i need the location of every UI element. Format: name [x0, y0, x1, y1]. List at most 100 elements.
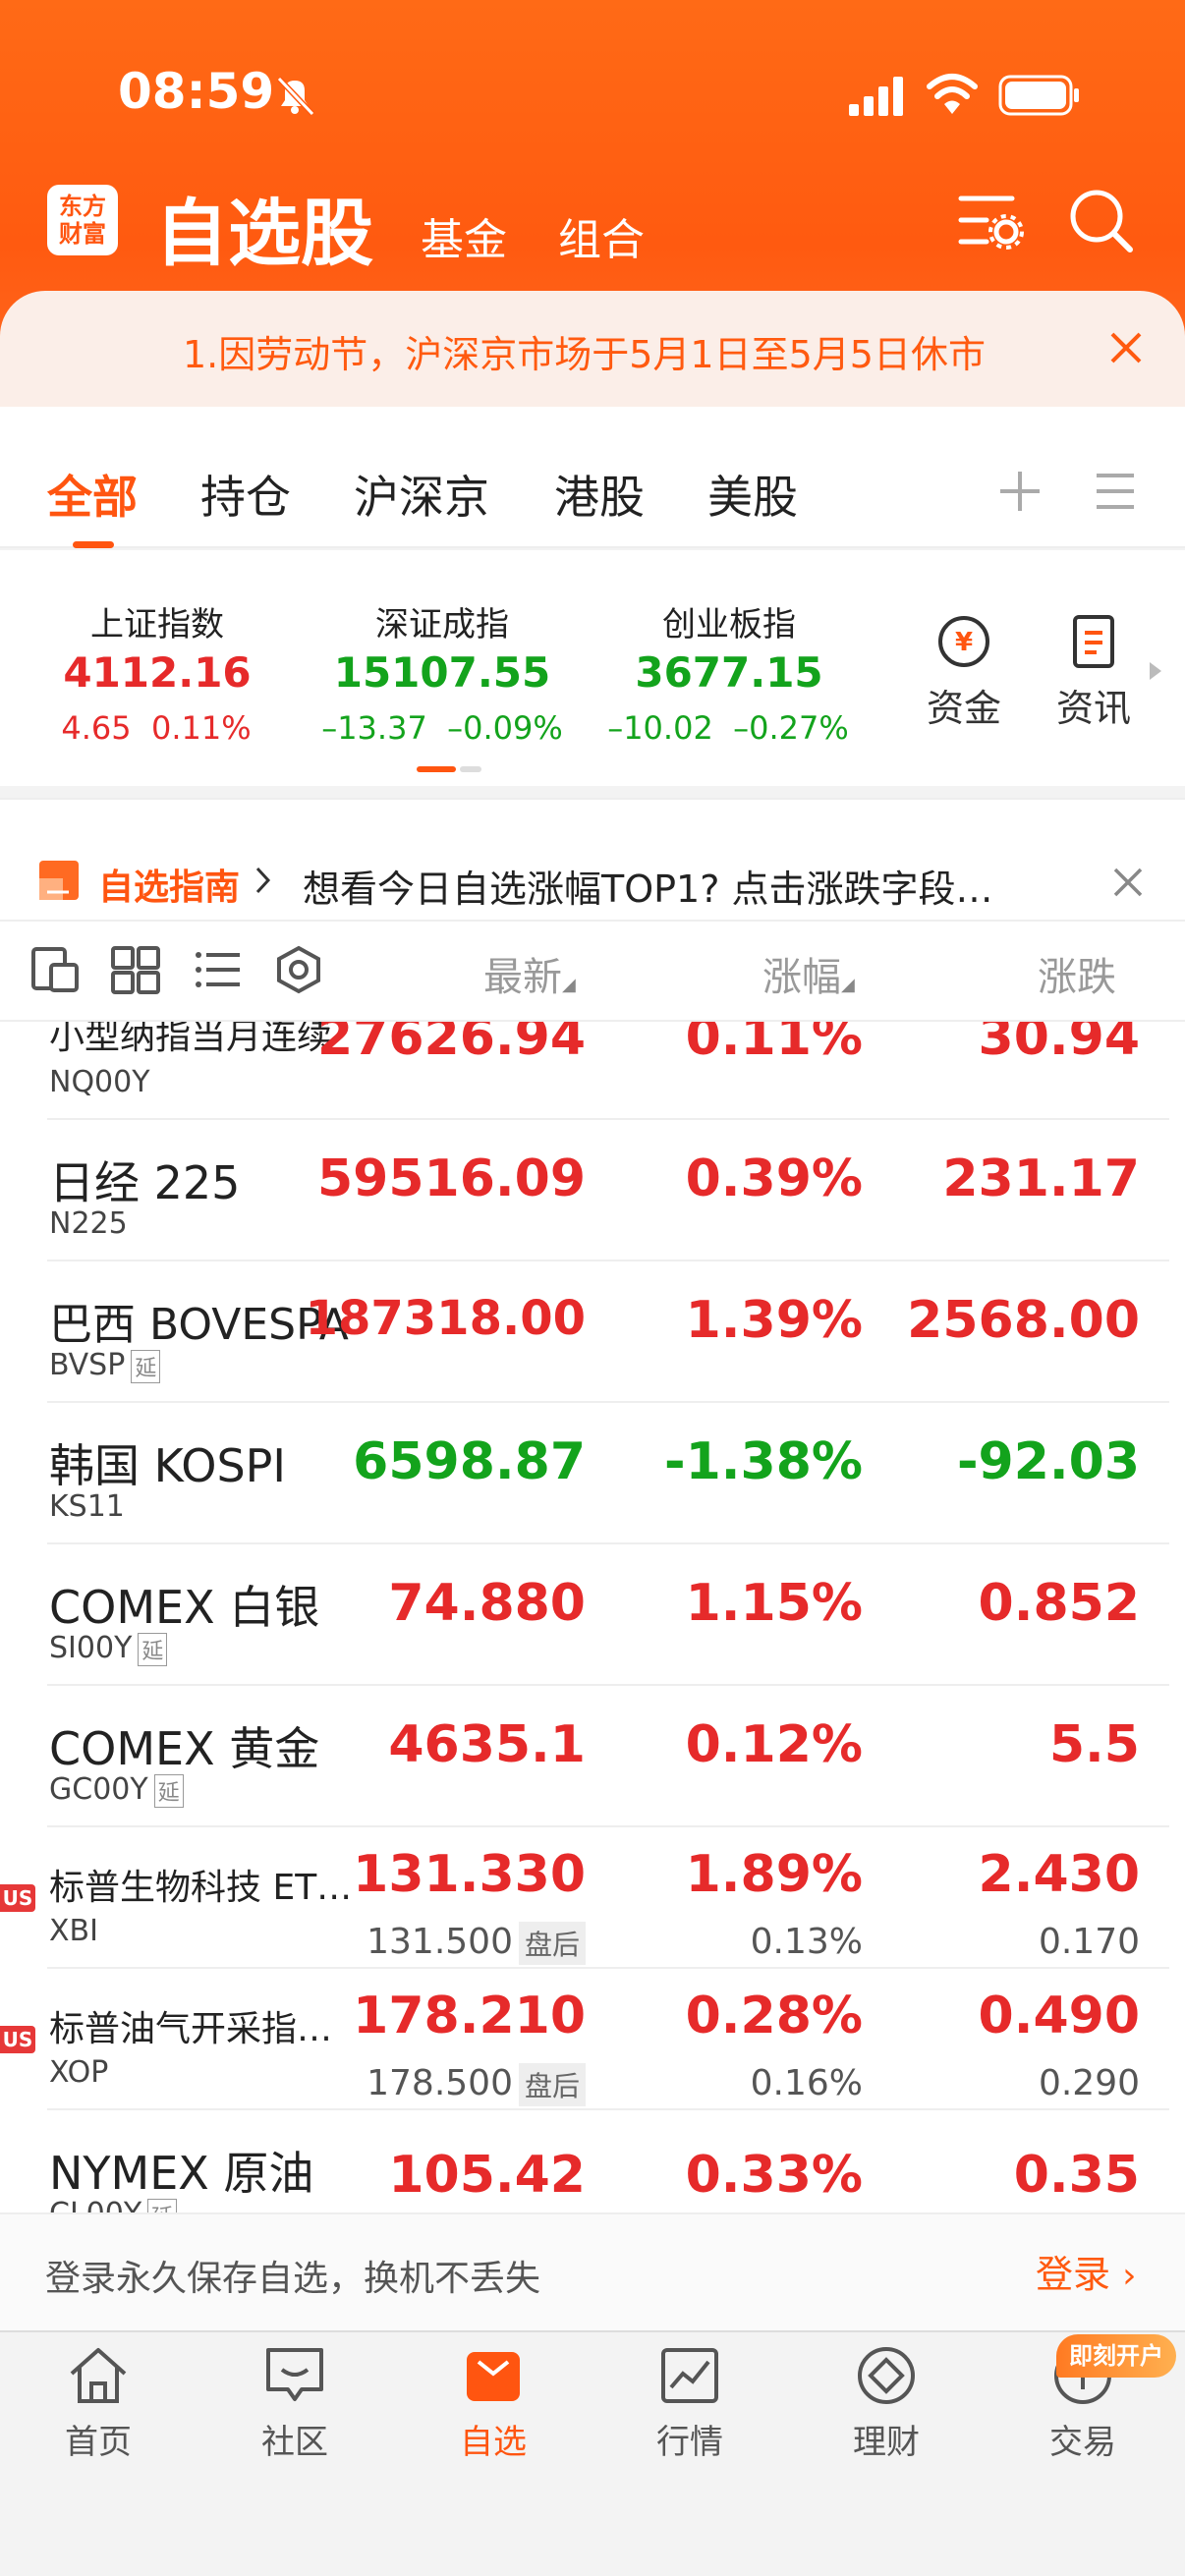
table-row[interactable]: COMEX 白银 SI00Y 延 74.880 1.15% 0.852: [0, 1544, 1185, 1686]
watchlist-icon: [467, 2352, 520, 2401]
guide-icon: [39, 861, 79, 900]
stock-pct: 0.28%: [685, 1987, 863, 2045]
tab-a-shares[interactable]: 沪深京: [354, 462, 489, 527]
table-row[interactable]: 巴西 BOVESPA BVSP 延 187318.00 1.39% 2568.00: [0, 1261, 1185, 1403]
stock-code: BVSP 延: [49, 1348, 161, 1383]
table-row[interactable]: US 标普油气开采指… XOP 178.210 178.500 盘后 0.28% …: [0, 1969, 1185, 2110]
us-badge: US: [0, 2026, 35, 2053]
status-time: 08:59: [118, 63, 275, 120]
tab-hk[interactable]: 港股: [554, 462, 645, 527]
menu-icon[interactable]: [1095, 470, 1136, 513]
news-button[interactable]: 资讯: [1040, 613, 1148, 732]
delay-tag: 延: [147, 2198, 178, 2212]
watchlist: 小型纳指当月连续 NQ00Y 27626.94 0.11% 30.94 日经 2…: [0, 1022, 1185, 2212]
after-hours-price: 131.500 盘后: [367, 1922, 586, 1965]
stock-change: 2.430: [978, 1845, 1140, 1904]
page-title: 自选股: [155, 192, 373, 276]
table-row[interactable]: COMEX 黄金 GC00Y 延 4635.1 0.12% 5.5: [0, 1686, 1185, 1827]
search-icon[interactable]: [1067, 187, 1136, 255]
stock-pct: 0.39%: [685, 1149, 863, 1208]
close-icon[interactable]: [1112, 867, 1144, 898]
tab-holdings[interactable]: 持仓: [200, 462, 291, 527]
stock-change: 0.490: [978, 1987, 1140, 2045]
open-account-badge[interactable]: 即刻开户: [1056, 2334, 1176, 2378]
list-view-icon[interactable]: [193, 945, 244, 994]
column-change-pct[interactable]: 涨幅◢: [762, 945, 855, 1002]
grid-view-icon[interactable]: [110, 945, 161, 994]
battery-icon: [998, 75, 1079, 116]
index-name: 创业板指: [662, 605, 796, 644]
stock-pct: 0.33%: [685, 2146, 863, 2205]
tab-fund[interactable]: 基金: [421, 204, 507, 267]
tab-us[interactable]: 美股: [707, 462, 798, 527]
stock-latest: 4635.1: [388, 1715, 586, 1774]
nav-home[interactable]: 首页: [20, 2344, 177, 2463]
index-value[interactable]: 15107.55: [295, 648, 590, 697]
fund-flow-button[interactable]: ¥ 资金: [910, 613, 1018, 732]
table-row[interactable]: US 标普生物科技 ET… XBI 131.330 131.500 盘后 1.89…: [0, 1827, 1185, 1969]
stock-latest: 105.42: [388, 2146, 586, 2205]
stock-change: 0.35: [1013, 2146, 1140, 2205]
stock-name: 韩国 KOSPI: [49, 1439, 286, 1492]
tab-portfolio[interactable]: 组合: [558, 204, 645, 267]
diamond-icon: [858, 2347, 915, 2404]
nav-market[interactable]: 行情: [611, 2344, 768, 2463]
settings-icon[interactable]: [273, 945, 324, 994]
stock-code: N225: [49, 1206, 128, 1241]
tab-all[interactable]: 全部: [47, 462, 138, 527]
table-row[interactable]: NYMEX 原油 CL00Y延 105.42 0.33% 0.35: [0, 2110, 1185, 2212]
stock-code: NQ00Y: [49, 1065, 150, 1099]
after-hours-change: 0.170: [1038, 1922, 1140, 1962]
nav-community[interactable]: 社区: [216, 2344, 373, 2463]
stock-name: COMEX 黄金: [49, 1722, 320, 1775]
index-name: 深证成指: [375, 605, 509, 644]
stock-pct: 1.39%: [685, 1291, 863, 1350]
close-icon[interactable]: [1108, 330, 1144, 365]
stock-change: 2568.00: [907, 1291, 1140, 1350]
stock-latest: 59516.09: [316, 1149, 586, 1208]
table-row[interactable]: 日经 225 N225 59516.09 0.39% 231.17: [0, 1120, 1185, 1261]
index-value[interactable]: 3677.15: [582, 648, 876, 697]
app-logo: 东方 财富: [47, 185, 118, 255]
table-row[interactable]: 韩国 KOSPI KS11 6598.87 -1.38% -92.03: [0, 1403, 1185, 1544]
news-icon: [1073, 615, 1114, 668]
column-change[interactable]: 涨跌: [1038, 945, 1116, 1002]
nav-wealth[interactable]: 理财: [808, 2344, 965, 2463]
notice-text: 1.因劳动节，沪深京市场于5月1日至5月5日休市: [183, 333, 986, 376]
after-hours-pct: 0.13%: [750, 1922, 863, 1962]
index-change: 4.65 0.11%: [61, 709, 252, 747]
add-icon[interactable]: [998, 470, 1042, 513]
nav-watchlist[interactable]: 自选: [415, 2344, 572, 2463]
index-name: 上证指数: [90, 605, 224, 644]
after-hours-price: 178.500 盘后: [367, 2063, 586, 2106]
stock-pct: -1.38%: [664, 1432, 863, 1491]
chart-icon: [661, 2348, 718, 2403]
stock-latest: 74.880: [388, 1574, 586, 1633]
stock-pct: 0.11%: [685, 1022, 863, 1067]
chevron-right-icon[interactable]: [1146, 658, 1165, 684]
stock-name: 小型纳指当月连续: [49, 1022, 333, 1057]
settings-list-icon[interactable]: [957, 189, 1024, 252]
home-icon: [70, 2348, 127, 2403]
stock-latest: 178.210: [353, 1987, 586, 2045]
after-hours-pct: 0.16%: [750, 2063, 863, 2103]
stock-latest: 131.330: [353, 1845, 586, 1904]
chat-icon: [266, 2348, 323, 2401]
stock-code: KS11: [49, 1489, 125, 1524]
index-change: –10.02 –0.27%: [607, 709, 849, 747]
layout-toggle-icon[interactable]: [29, 945, 81, 994]
guide-text[interactable]: 想看今日自选涨幅TOP1? 点击涨跌字段…: [303, 859, 992, 913]
svg-text:¥: ¥: [955, 628, 973, 657]
stock-change: -92.03: [956, 1432, 1140, 1491]
index-value[interactable]: 4112.16: [10, 648, 305, 697]
guide-label[interactable]: 自选指南: [98, 859, 240, 910]
stock-latest: 6598.87: [353, 1432, 586, 1491]
login-button[interactable]: 登录 ›: [1036, 2244, 1137, 2298]
column-latest[interactable]: 最新◢: [483, 945, 576, 1002]
stock-name: 日经 225: [49, 1156, 241, 1209]
stock-code: SI00Y 延: [49, 1631, 168, 1666]
stock-change: 231.17: [942, 1149, 1140, 1208]
table-row[interactable]: 小型纳指当月连续 NQ00Y 27626.94 0.11% 30.94: [0, 1022, 1185, 1120]
fund-icon: ¥: [938, 616, 989, 667]
mute-icon: [276, 76, 315, 117]
